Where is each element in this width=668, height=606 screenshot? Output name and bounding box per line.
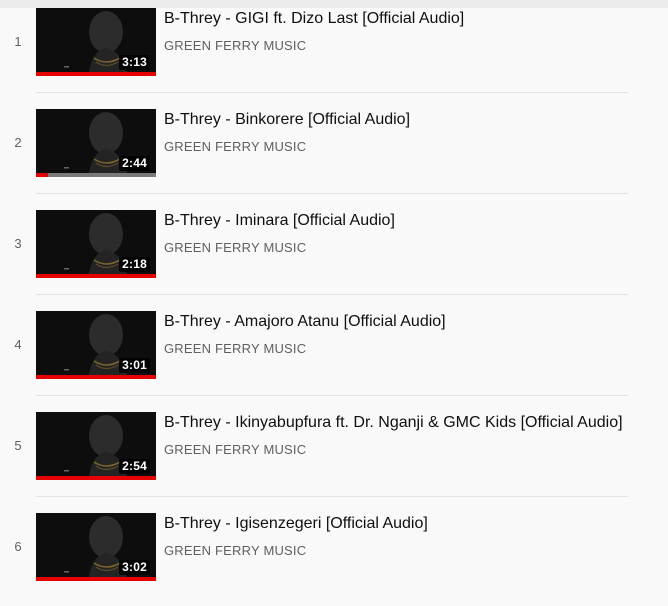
playlist-item[interactable]: 5 2:54 B-Threy - Ikinyabupfura ft. Dr. N… <box>0 404 668 505</box>
item-index: 5 <box>14 438 22 453</box>
watch-progress-bar <box>36 577 156 581</box>
channel-name[interactable]: GREEN FERRY MUSIC <box>164 139 306 155</box>
playlist: 1 3:13 B-Threy - GIGI ft. Dizo Last [Off… <box>0 0 668 584</box>
divider <box>36 193 628 194</box>
channel-name[interactable]: GREEN FERRY MUSIC <box>164 341 306 357</box>
watch-progress-fill <box>36 375 156 379</box>
channel-name[interactable]: GREEN FERRY MUSIC <box>164 240 306 256</box>
watch-progress-bar <box>36 173 156 177</box>
item-index: 3 <box>14 236 22 251</box>
duration-badge: 2:18 <box>119 257 150 272</box>
divider <box>36 395 628 396</box>
channel-name[interactable]: GREEN FERRY MUSIC <box>164 442 306 458</box>
watch-progress-bar <box>36 375 156 379</box>
channel-name[interactable]: GREEN FERRY MUSIC <box>164 38 306 54</box>
video-title[interactable]: B-Threy - Binkorere [Official Audio] <box>164 110 664 130</box>
video-title[interactable]: B-Threy - GIGI ft. Dizo Last [Official A… <box>164 9 664 29</box>
video-thumbnail[interactable]: 3:01 <box>36 311 156 379</box>
item-index: 6 <box>14 539 22 554</box>
playlist-item[interactable]: 1 3:13 B-Threy - GIGI ft. Dizo Last [Off… <box>0 0 668 101</box>
watch-progress-fill <box>36 274 156 278</box>
item-index: 2 <box>14 135 22 150</box>
divider <box>36 92 628 93</box>
video-title[interactable]: B-Threy - Amajoro Atanu [Official Audio] <box>164 312 664 332</box>
playlist-item[interactable]: 6 3:02 B-Threy - Igisenzegeri [Official … <box>0 505 668 606</box>
video-thumbnail[interactable]: 3:02 <box>36 513 156 581</box>
watch-progress-bar <box>36 476 156 480</box>
video-thumbnail[interactable]: 2:44 <box>36 109 156 177</box>
video-title[interactable]: B-Threy - Igisenzegeri [Official Audio] <box>164 514 664 534</box>
divider <box>36 294 628 295</box>
video-thumbnail[interactable]: 3:13 <box>36 8 156 76</box>
video-thumbnail[interactable]: 2:18 <box>36 210 156 278</box>
watch-progress-fill <box>36 173 48 177</box>
divider <box>36 496 628 497</box>
duration-badge: 3:13 <box>119 55 150 70</box>
watch-progress-fill <box>36 72 156 76</box>
item-index: 4 <box>14 337 22 352</box>
watch-progress-bar <box>36 274 156 278</box>
watch-progress-fill <box>36 476 156 480</box>
duration-badge: 2:54 <box>119 459 150 474</box>
item-index: 1 <box>14 34 22 49</box>
channel-name[interactable]: GREEN FERRY MUSIC <box>164 543 306 559</box>
playlist-item[interactable]: 3 2:18 B-Threy - Iminara [Official Audio… <box>0 202 668 303</box>
playlist-item[interactable]: 2 2:44 B-Threy - Binkorere [Official Aud… <box>0 101 668 202</box>
video-title[interactable]: B-Threy - Iminara [Official Audio] <box>164 211 664 231</box>
duration-badge: 2:44 <box>119 156 150 171</box>
watch-progress-fill <box>36 577 156 581</box>
video-title[interactable]: B-Threy - Ikinyabupfura ft. Dr. Nganji &… <box>164 413 664 433</box>
video-thumbnail[interactable]: 2:54 <box>36 412 156 480</box>
duration-badge: 3:01 <box>119 358 150 373</box>
watch-progress-bar <box>36 72 156 76</box>
playlist-item[interactable]: 4 3:01 B-Threy - Amajoro Atanu [Official… <box>0 303 668 404</box>
duration-badge: 3:02 <box>119 560 150 575</box>
